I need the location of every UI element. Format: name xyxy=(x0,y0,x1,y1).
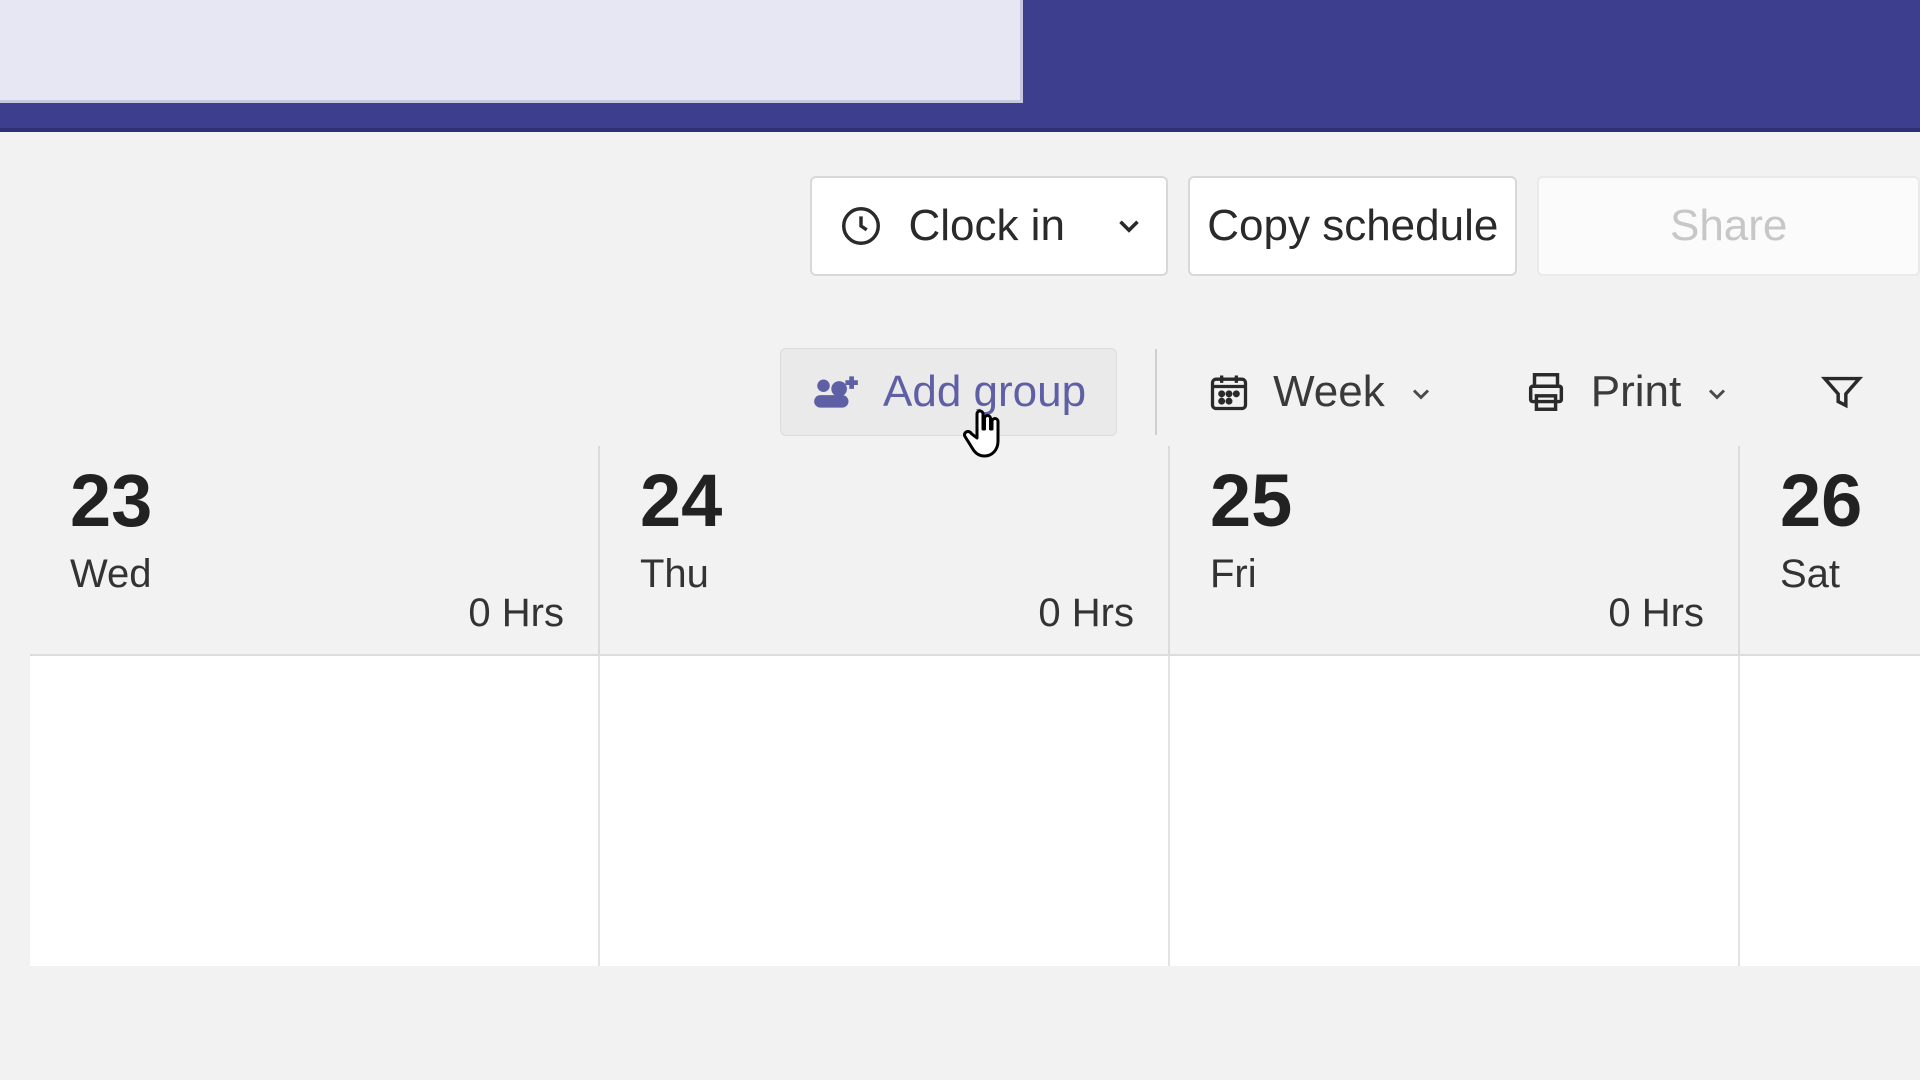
day-column-thu[interactable]: 24 Thu 0 Hrs xyxy=(600,446,1170,654)
day-name: Sat xyxy=(1780,552,1890,597)
day-number: 26 xyxy=(1780,464,1890,538)
filter-button[interactable] xyxy=(1789,351,1871,433)
day-body-fri[interactable] xyxy=(1170,656,1740,966)
actions-row: Clock in Copy schedule Share xyxy=(0,176,1920,276)
calendar-body-row xyxy=(30,656,1920,966)
share-button[interactable]: Share xyxy=(1537,176,1920,276)
print-button[interactable]: Print xyxy=(1493,349,1761,435)
calendar-header-row: 23 Wed 0 Hrs 24 Thu 0 Hrs 25 Fri 0 Hrs 2… xyxy=(30,446,1920,656)
secondary-toolbar: Add group Week Print xyxy=(0,338,1920,446)
day-body-thu[interactable] xyxy=(600,656,1170,966)
chevron-down-icon xyxy=(1703,380,1731,408)
calendar-icon xyxy=(1207,370,1251,414)
clock-in-button[interactable]: Clock in xyxy=(810,176,1093,276)
clock-in-dropdown-button[interactable] xyxy=(1091,176,1168,276)
copy-schedule-button[interactable]: Copy schedule xyxy=(1188,176,1517,276)
clock-icon xyxy=(838,203,884,249)
day-body-wed[interactable] xyxy=(30,656,600,966)
day-column-wed[interactable]: 23 Wed 0 Hrs xyxy=(30,446,600,654)
app-titlebar xyxy=(0,0,1920,132)
day-number: 24 xyxy=(640,464,1138,538)
chevron-down-icon xyxy=(1407,380,1435,408)
search-input[interactable] xyxy=(0,0,1023,103)
people-add-icon xyxy=(811,372,861,412)
day-column-sat[interactable]: 26 Sat xyxy=(1740,446,1920,654)
chevron-down-icon xyxy=(1112,209,1146,243)
copy-schedule-label: Copy schedule xyxy=(1207,201,1498,251)
add-group-label: Add group xyxy=(883,367,1086,417)
week-label: Week xyxy=(1273,367,1385,417)
day-number: 25 xyxy=(1210,464,1708,538)
day-column-fri[interactable]: 25 Fri 0 Hrs xyxy=(1170,446,1740,654)
day-body-sat[interactable] xyxy=(1740,656,1920,966)
add-group-button[interactable]: Add group xyxy=(780,348,1117,436)
calendar-strip: 23 Wed 0 Hrs 24 Thu 0 Hrs 25 Fri 0 Hrs 2… xyxy=(30,446,1920,966)
week-view-button[interactable]: Week xyxy=(1155,349,1465,435)
filter-icon xyxy=(1819,369,1865,415)
clock-in-label: Clock in xyxy=(908,201,1065,251)
print-label: Print xyxy=(1591,367,1681,417)
printer-icon xyxy=(1523,369,1569,415)
day-hours: 0 Hrs xyxy=(468,591,564,636)
share-label: Share xyxy=(1670,201,1787,251)
day-number: 23 xyxy=(70,464,568,538)
day-hours: 0 Hrs xyxy=(1608,591,1704,636)
day-hours: 0 Hrs xyxy=(1038,591,1134,636)
